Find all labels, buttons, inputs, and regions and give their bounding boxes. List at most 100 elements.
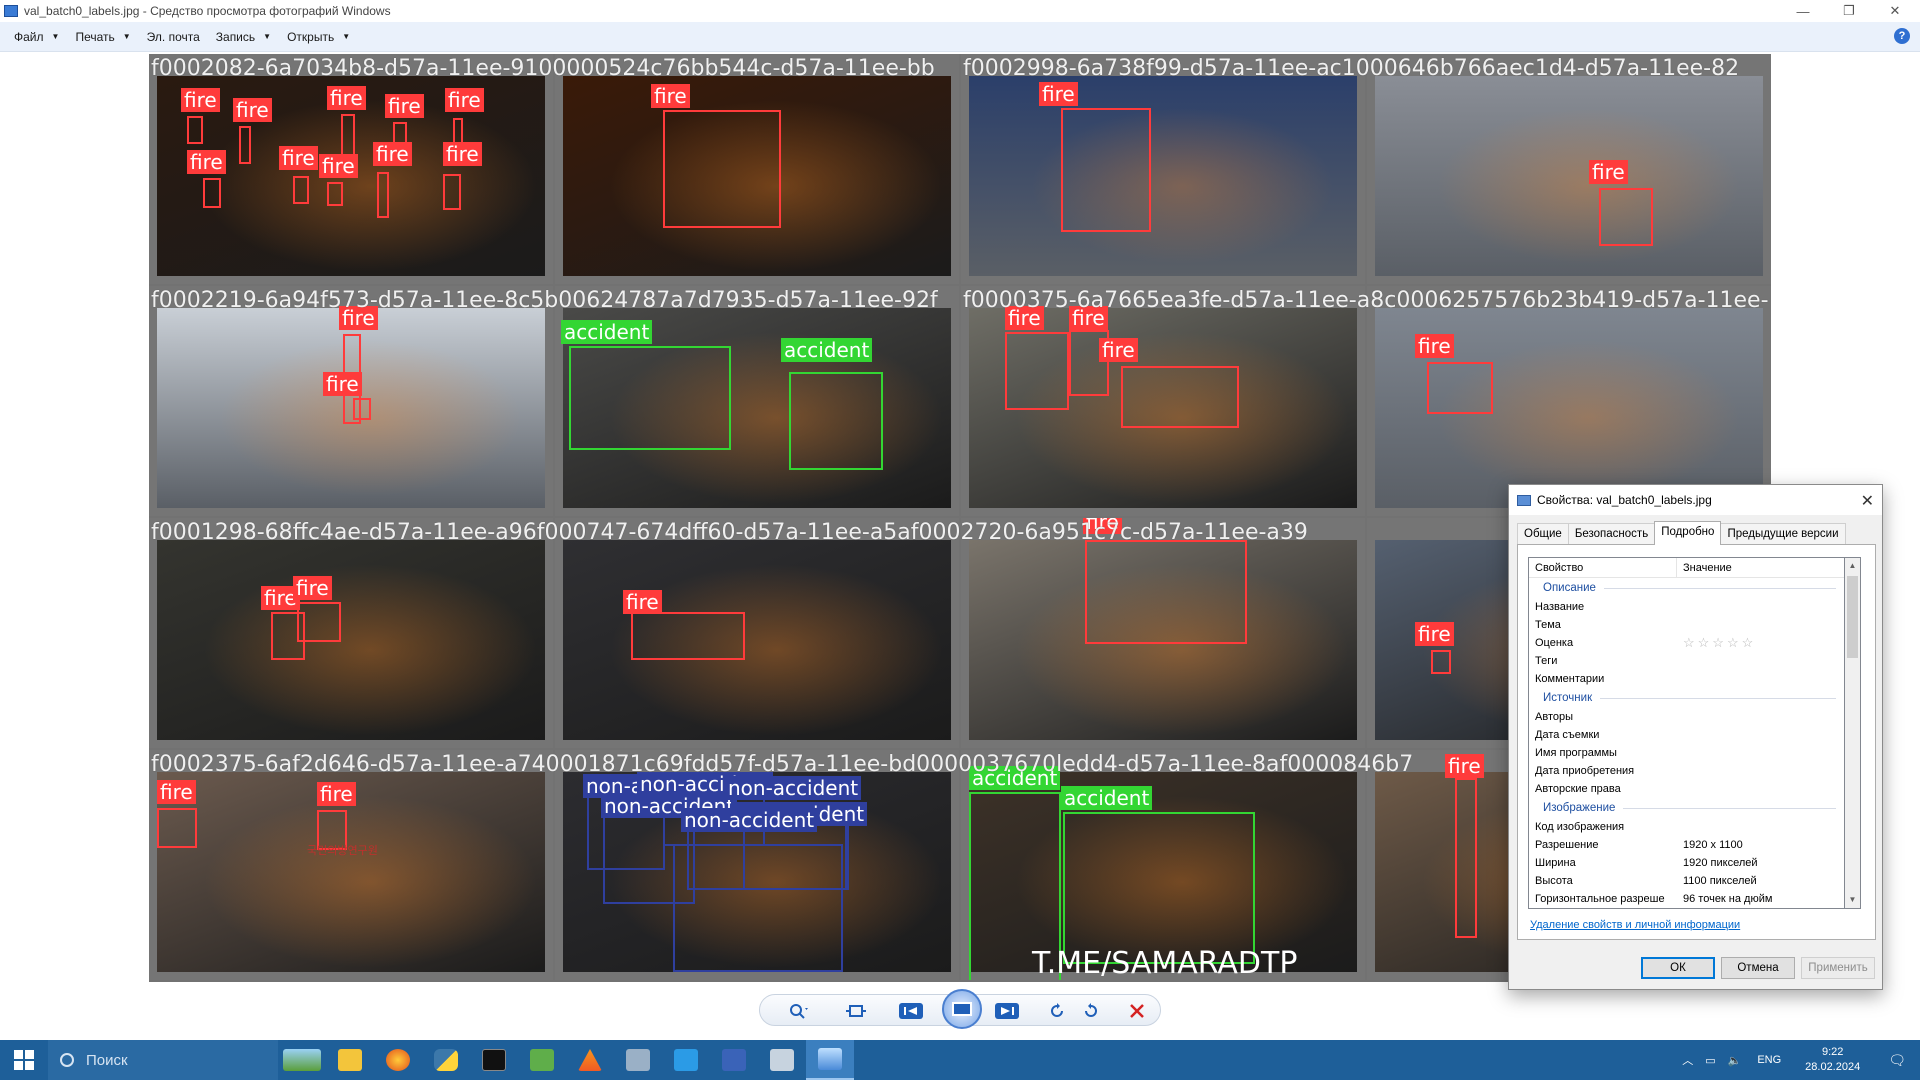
- property-row[interactable]: Высота 1100 пикселей: [1529, 872, 1844, 890]
- taskbar-search[interactable]: Поиск: [48, 1040, 278, 1080]
- properties-list[interactable]: Свойство Значение Описание Название Тема Оц…: [1528, 557, 1845, 909]
- firefox-icon[interactable]: [374, 1040, 422, 1080]
- detection-box: [157, 808, 197, 848]
- detection-label: fire: [385, 94, 424, 118]
- property-row[interactable]: Комментарии: [1529, 670, 1844, 688]
- scene-photo: non-accident non-accident non-accident non-…: [563, 772, 951, 972]
- network-icon[interactable]: ▭: [1699, 1054, 1721, 1067]
- property-name: Авторы: [1535, 711, 1573, 723]
- detection-label: accident: [561, 320, 653, 344]
- rotate-right-icon[interactable]: [1078, 1000, 1104, 1022]
- notifications-icon[interactable]: 🗨: [1874, 1052, 1920, 1069]
- zoom-icon[interactable]: [786, 1000, 812, 1022]
- floppy-save-icon[interactable]: [710, 1040, 758, 1080]
- detection-label: fire: [1445, 754, 1484, 778]
- list-scrollbar[interactable]: ▲ ▼: [1845, 557, 1861, 909]
- python-icon[interactable]: [422, 1040, 470, 1080]
- tile-filename-caption: f0000375-6a7665ea3fe-d57a-11ee-a8c000625…: [963, 288, 1769, 313]
- property-value: [1677, 744, 1683, 762]
- column-value[interactable]: Значение: [1677, 558, 1732, 577]
- detection-box: [569, 346, 731, 450]
- tab-security[interactable]: Безопасность: [1567, 523, 1656, 545]
- detection-box: [1085, 540, 1247, 644]
- rotate-left-icon[interactable]: [1044, 1000, 1070, 1022]
- tab-details[interactable]: Подробно: [1654, 521, 1722, 545]
- property-row[interactable]: Разрешение 1920 x 1100: [1529, 836, 1844, 854]
- title-bar: val_batch0_labels.jpg - Средство просмот…: [0, 0, 1920, 22]
- mosaic-tile: fire fire fire: [961, 286, 1365, 516]
- tile-filename-caption: f0001298-68ffc4ae-d57a-11ee-a96f000747-6…: [151, 520, 1308, 545]
- menu-burn[interactable]: Запись ▼: [208, 26, 279, 48]
- terminal-icon[interactable]: [470, 1040, 518, 1080]
- restore-button[interactable]: ❐: [1826, 0, 1872, 22]
- delete-icon[interactable]: [1124, 1000, 1150, 1022]
- detection-box: [187, 116, 203, 144]
- tab-general[interactable]: Общие: [1517, 523, 1569, 545]
- detection-label: fire: [317, 782, 356, 806]
- photo-viewer-taskbar-icon[interactable]: [806, 1040, 854, 1080]
- menu-open[interactable]: Открыть ▼: [279, 26, 358, 48]
- dialog-close-icon[interactable]: ✕: [1861, 491, 1874, 511]
- rating-stars[interactable]: ☆☆☆☆☆: [1677, 634, 1756, 652]
- clock[interactable]: 9:22 28.02.2024: [1791, 1045, 1874, 1075]
- file-explorer-icon[interactable]: [326, 1040, 374, 1080]
- property-row[interactable]: Авторские права: [1529, 780, 1844, 798]
- property-name: Тема: [1535, 619, 1561, 631]
- tile-filename-caption: f0002219-6a94f573-d57a-11ee-8c5b00624787…: [151, 288, 938, 313]
- detection-label: fire: [373, 142, 412, 166]
- dialog-tabs: Общие Безопасность Подробно Предыдущие в…: [1517, 521, 1846, 545]
- minimize-button[interactable]: —: [1780, 0, 1826, 22]
- property-row[interactable]: Авторы: [1529, 708, 1844, 726]
- prev-icon[interactable]: [898, 1000, 924, 1022]
- remove-properties-link[interactable]: Удаление свойств и личной информации: [1530, 919, 1740, 931]
- notepad-icon[interactable]: [518, 1040, 566, 1080]
- property-row[interactable]: Код изображения: [1529, 818, 1844, 836]
- property-value: [1677, 762, 1683, 780]
- property-row[interactable]: Оценка ☆☆☆☆☆: [1529, 634, 1844, 652]
- detection-label: fire: [323, 372, 362, 396]
- menu-file[interactable]: Файл ▼: [6, 26, 67, 48]
- property-row[interactable]: Ширина 1920 пикселей: [1529, 854, 1844, 872]
- detection-box: [297, 602, 341, 642]
- ok-button[interactable]: ОК: [1641, 957, 1715, 979]
- scene-photo: fire fire fire: [969, 306, 1357, 508]
- tab-previous-versions[interactable]: Предыдущие версии: [1720, 523, 1846, 545]
- scroll-up-icon[interactable]: ▲: [1845, 558, 1860, 574]
- tray-chevron-icon[interactable]: ︿: [1676, 1052, 1699, 1068]
- language-indicator[interactable]: ENG: [1747, 1054, 1791, 1066]
- image-file-icon: [1517, 494, 1531, 506]
- section-header: Описание: [1529, 578, 1844, 598]
- vlc-icon[interactable]: [566, 1040, 614, 1080]
- property-row[interactable]: Дата съемки: [1529, 726, 1844, 744]
- property-row[interactable]: Название: [1529, 598, 1844, 616]
- menu-print[interactable]: Печать ▼: [67, 26, 138, 48]
- close-window-button[interactable]: ✕: [1872, 0, 1918, 22]
- start-button[interactable]: [0, 1040, 48, 1080]
- widget-landscape-icon[interactable]: [278, 1040, 326, 1080]
- cancel-button[interactable]: Отмена: [1721, 957, 1795, 979]
- next-icon[interactable]: [994, 1000, 1020, 1022]
- column-property[interactable]: Свойство: [1529, 558, 1677, 577]
- printer-icon[interactable]: [758, 1040, 806, 1080]
- apply-button[interactable]: Применить: [1801, 957, 1875, 979]
- detection-label: non-accident: [725, 776, 862, 800]
- scroll-thumb[interactable]: [1847, 576, 1858, 658]
- property-row[interactable]: Теги: [1529, 652, 1844, 670]
- scene-photo: fire: [1375, 76, 1763, 276]
- fit-icon[interactable]: [843, 1000, 869, 1022]
- calculator-icon[interactable]: [614, 1040, 662, 1080]
- slideshow-icon[interactable]: [942, 989, 982, 1029]
- property-value: [1677, 670, 1683, 688]
- vscode-icon[interactable]: [662, 1040, 710, 1080]
- detection-label: non-accident: [681, 808, 818, 832]
- menu-email[interactable]: Эл. почта: [139, 26, 208, 48]
- property-row[interactable]: Тема: [1529, 616, 1844, 634]
- property-row[interactable]: Горизонтальное разреше 96 точек на дюйм: [1529, 890, 1844, 908]
- details-panel: Свойство Значение Описание Название Тема Оц…: [1517, 544, 1876, 940]
- caret-down-icon: ▼: [122, 32, 131, 41]
- help-icon[interactable]: ?: [1894, 28, 1910, 44]
- scroll-down-icon[interactable]: ▼: [1845, 892, 1860, 908]
- volume-icon[interactable]: 🔈: [1722, 1054, 1748, 1067]
- property-row[interactable]: Имя программы: [1529, 744, 1844, 762]
- property-row[interactable]: Дата приобретения: [1529, 762, 1844, 780]
